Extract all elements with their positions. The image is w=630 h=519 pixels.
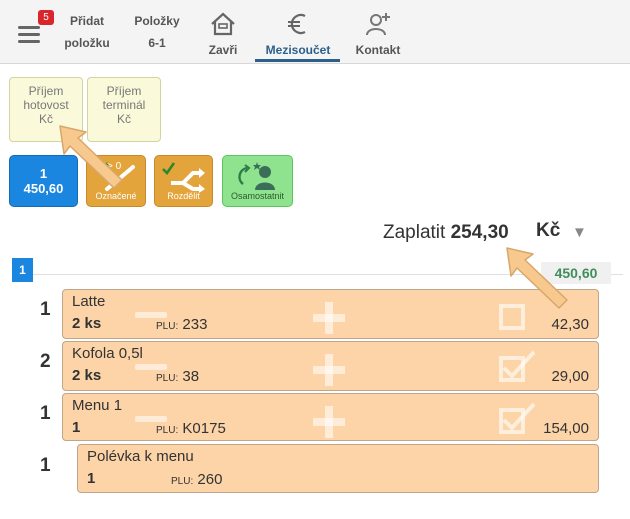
cash-payment-line1: Příjem [28, 84, 64, 98]
subtotal-label: Mezisoučet [265, 43, 331, 57]
euro-icon [288, 13, 306, 35]
contact-label: Kontakt [355, 43, 401, 57]
pointer-arrow-icon [506, 247, 568, 309]
items-button[interactable]: Položky 6-1 [128, 10, 186, 54]
close-button[interactable]: Zavři [200, 12, 246, 57]
increase-icon-vertical[interactable] [325, 354, 333, 386]
terminal-payment-line1: Příjem [106, 84, 142, 98]
item-plu: PLU: 260 [171, 471, 222, 488]
contact-button[interactable]: Kontakt [352, 12, 404, 57]
subtotal-tab[interactable]: Mezisoučet [258, 12, 338, 57]
item-plu: PLU: 38 [156, 368, 199, 385]
separate-button[interactable]: Osamostatnit [222, 155, 293, 207]
menu-icon-bar [18, 26, 40, 29]
split-label: Rozdělit [167, 191, 200, 201]
order-item-row[interactable]: Menu 1 1 PLU: K0175 154,00 [62, 393, 599, 441]
pointer-arrow-icon [59, 125, 123, 189]
item-name: Latte [72, 293, 106, 310]
item-quantity: 2 [40, 351, 51, 372]
menu-icon-bar [18, 33, 40, 36]
active-tab-indicator [255, 59, 340, 62]
menu-icon-bar [18, 40, 40, 43]
separate-label: Osamostatnit [230, 191, 285, 201]
item-name: Kofola 0,5l [72, 345, 143, 362]
close-label: Zavři [208, 43, 238, 57]
plu-code: K0175 [182, 420, 226, 437]
item-quantity: 1 [40, 299, 51, 320]
add-item-button[interactable]: Přidat položku [58, 10, 116, 54]
item-plu: PLU: 233 [156, 316, 207, 333]
pay-label: Zaplatit [383, 222, 446, 243]
home-icon [211, 12, 235, 36]
notification-badge: 5 [38, 10, 54, 25]
item-name: Polévka k menu [87, 448, 194, 465]
item-count: 2 ks [72, 367, 102, 384]
increase-icon-vertical[interactable] [325, 406, 333, 438]
terminal-payment-line2: terminál [102, 98, 146, 112]
checkbox-checked-icon[interactable] [498, 402, 538, 438]
plu-code: 260 [197, 471, 223, 488]
plu-label: PLU: [156, 321, 179, 332]
item-count: 2 ks [72, 315, 102, 332]
item-price: 29,00 [551, 368, 589, 385]
items-label-line1: Položky [134, 14, 180, 28]
top-toolbar: 5 Přidat položku Položky 6-1 Zavři Mezis… [0, 0, 630, 64]
item-price: 154,00 [543, 420, 589, 437]
add-item-label-line2: položku [64, 36, 110, 50]
items-count: 6-1 [148, 36, 166, 50]
separate-user-icon [238, 162, 275, 190]
item-plu: PLU: K0175 [156, 420, 226, 437]
add-item-label-line1: Přidat [69, 14, 104, 28]
seat-badge[interactable]: 1 [12, 258, 33, 282]
item-price: 42,30 [551, 316, 589, 333]
pay-amount: 254,30 [450, 222, 509, 243]
checkbox-checked-icon[interactable] [498, 350, 538, 386]
split-button[interactable]: Rozdělit [154, 155, 213, 207]
add-user-icon [366, 13, 390, 36]
increase-icon-vertical[interactable] [325, 302, 333, 334]
cash-payment-line2: hotovost [23, 98, 69, 112]
caret-down-icon[interactable]: ▼ [572, 224, 587, 241]
hamburger-menu-button[interactable]: 5 [12, 10, 54, 54]
pay-total: Zaplatit 254,30 [383, 222, 509, 244]
item-name: Menu 1 [72, 397, 123, 414]
item-quantity: 1 [40, 403, 51, 424]
item-count: 1 [87, 470, 96, 487]
currency-selector[interactable]: Kč [536, 220, 560, 242]
plu-label: PLU: [156, 373, 179, 384]
plu-label: PLU: [171, 476, 194, 487]
plu-code: 233 [182, 316, 208, 333]
item-count: 1 [72, 419, 81, 436]
split-icon [162, 162, 205, 193]
plu-code: 38 [182, 368, 200, 385]
order-item-row[interactable]: Kofola 0,5l 2 ks PLU: 38 29,00 [62, 341, 599, 391]
order-subitem-row[interactable]: Polévka k menu 1 PLU: 260 [77, 444, 599, 493]
item-quantity: 1 [40, 455, 51, 476]
plu-label: PLU: [156, 425, 179, 436]
